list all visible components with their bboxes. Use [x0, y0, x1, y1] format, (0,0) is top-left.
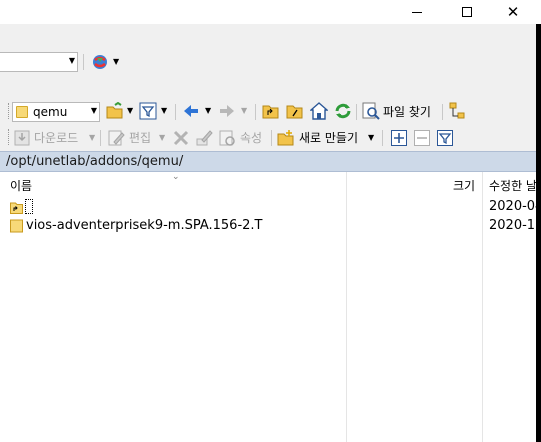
folder-open-menu-arrow-icon[interactable]: ▼ [127, 106, 133, 115]
chevron-down-icon[interactable]: ▼ [69, 56, 75, 65]
close-icon: ✕ [506, 3, 520, 21]
download-menu-arrow-icon[interactable]: ▼ [89, 133, 95, 142]
toolbar-grip[interactable] [8, 103, 11, 119]
toolbar-separator [442, 104, 443, 120]
globe-sync-icon[interactable] [91, 53, 109, 71]
refresh-icon[interactable] [334, 102, 352, 120]
folder-icon [10, 219, 23, 233]
minimize-button[interactable] [394, 0, 440, 24]
chevron-down-icon[interactable]: ▼ [91, 106, 97, 115]
remote-nav-toolbar: qemu ▼ ▼ ▼ ▼ ▼ 파일 찾기 [0, 99, 541, 125]
new-menu-arrow-icon[interactable]: ▼ [368, 133, 374, 142]
toolbar-separator [83, 54, 84, 70]
maximize-button[interactable] [444, 0, 490, 24]
close-button[interactable]: ✕ [490, 0, 536, 24]
file-date: 2020-04 [489, 199, 536, 214]
forward-arrow-icon[interactable] [218, 102, 236, 120]
folder-icon [16, 106, 28, 118]
current-path: /opt/unetlab/addons/qemu/ [6, 154, 184, 169]
delete-icon[interactable] [172, 129, 190, 147]
toolbar-separator [271, 130, 272, 146]
globe-menu-arrow-icon[interactable]: ▼ [113, 57, 119, 66]
session-toolbar [0, 24, 541, 86]
toolbar-separator [100, 130, 101, 146]
toolbar-separator [255, 104, 256, 120]
toolbar-separator [382, 130, 383, 146]
tree-icon[interactable] [449, 102, 467, 120]
properties-icon[interactable] [218, 129, 236, 147]
properties-button[interactable]: 속성 [240, 129, 262, 146]
minimize-icon [412, 11, 422, 13]
download-icon[interactable] [13, 129, 31, 147]
new-button[interactable]: 새로 만들기 [299, 129, 358, 146]
filter-icon[interactable] [139, 102, 157, 120]
window-edge [536, 24, 541, 442]
back-arrow-icon[interactable] [182, 102, 200, 120]
plus-icon[interactable] [390, 129, 408, 147]
edit-menu-arrow-icon[interactable]: ▼ [159, 133, 165, 142]
forward-menu-arrow-icon[interactable]: ▼ [241, 106, 247, 115]
home-icon[interactable] [310, 102, 328, 120]
maximize-icon [462, 7, 472, 17]
remote-path-combo-value: qemu [33, 105, 68, 119]
toolbar-separator [175, 104, 176, 120]
rename-icon[interactable] [195, 129, 213, 147]
root-folder-icon[interactable] [286, 102, 304, 120]
file-action-toolbar: 다운로드 ▼ 편집 ▼ 속성 새로 만들기 ▼ [0, 125, 541, 151]
toolbar-grip[interactable] [8, 129, 11, 145]
parent-folder-icon[interactable] [262, 102, 280, 120]
parent-dir-icon [10, 202, 23, 214]
sort-indicator-icon: ⌄ [172, 172, 180, 182]
table-row[interactable]: vios-adventerprisek9-m.SPA.156-2.T 2020-… [0, 217, 536, 236]
new-folder-icon[interactable] [277, 129, 295, 147]
file-list[interactable]: 이름 ⌄ 크기 수정한 날 .. 2020-04 vios-adventerpr… [0, 172, 536, 442]
download-button[interactable]: 다운로드 [34, 129, 78, 146]
back-menu-arrow-icon[interactable]: ▼ [205, 106, 211, 115]
table-row[interactable]: .. 2020-04 [0, 198, 536, 217]
current-path-bar: /opt/unetlab/addons/qemu/ [0, 151, 541, 172]
session-combo[interactable]: ▼ [0, 52, 78, 72]
file-name: .. [26, 199, 34, 214]
file-date: 2020-11 [489, 218, 536, 233]
toolbar-separator [356, 104, 357, 120]
title-bar: ✕ [0, 0, 541, 24]
edit-icon[interactable] [107, 129, 125, 147]
folder-open-icon[interactable] [106, 102, 124, 120]
find-files-button[interactable]: 파일 찾기 [383, 103, 431, 120]
select-filter-icon[interactable] [436, 129, 454, 147]
remote-path-combo[interactable]: qemu ▼ [12, 102, 100, 122]
minus-icon[interactable] [413, 129, 431, 147]
find-files-icon[interactable] [362, 102, 380, 120]
edit-button[interactable]: 편집 [129, 129, 151, 146]
filter-menu-arrow-icon[interactable]: ▼ [161, 106, 167, 115]
file-name: vios-adventerprisek9-m.SPA.156-2.T [26, 218, 263, 233]
